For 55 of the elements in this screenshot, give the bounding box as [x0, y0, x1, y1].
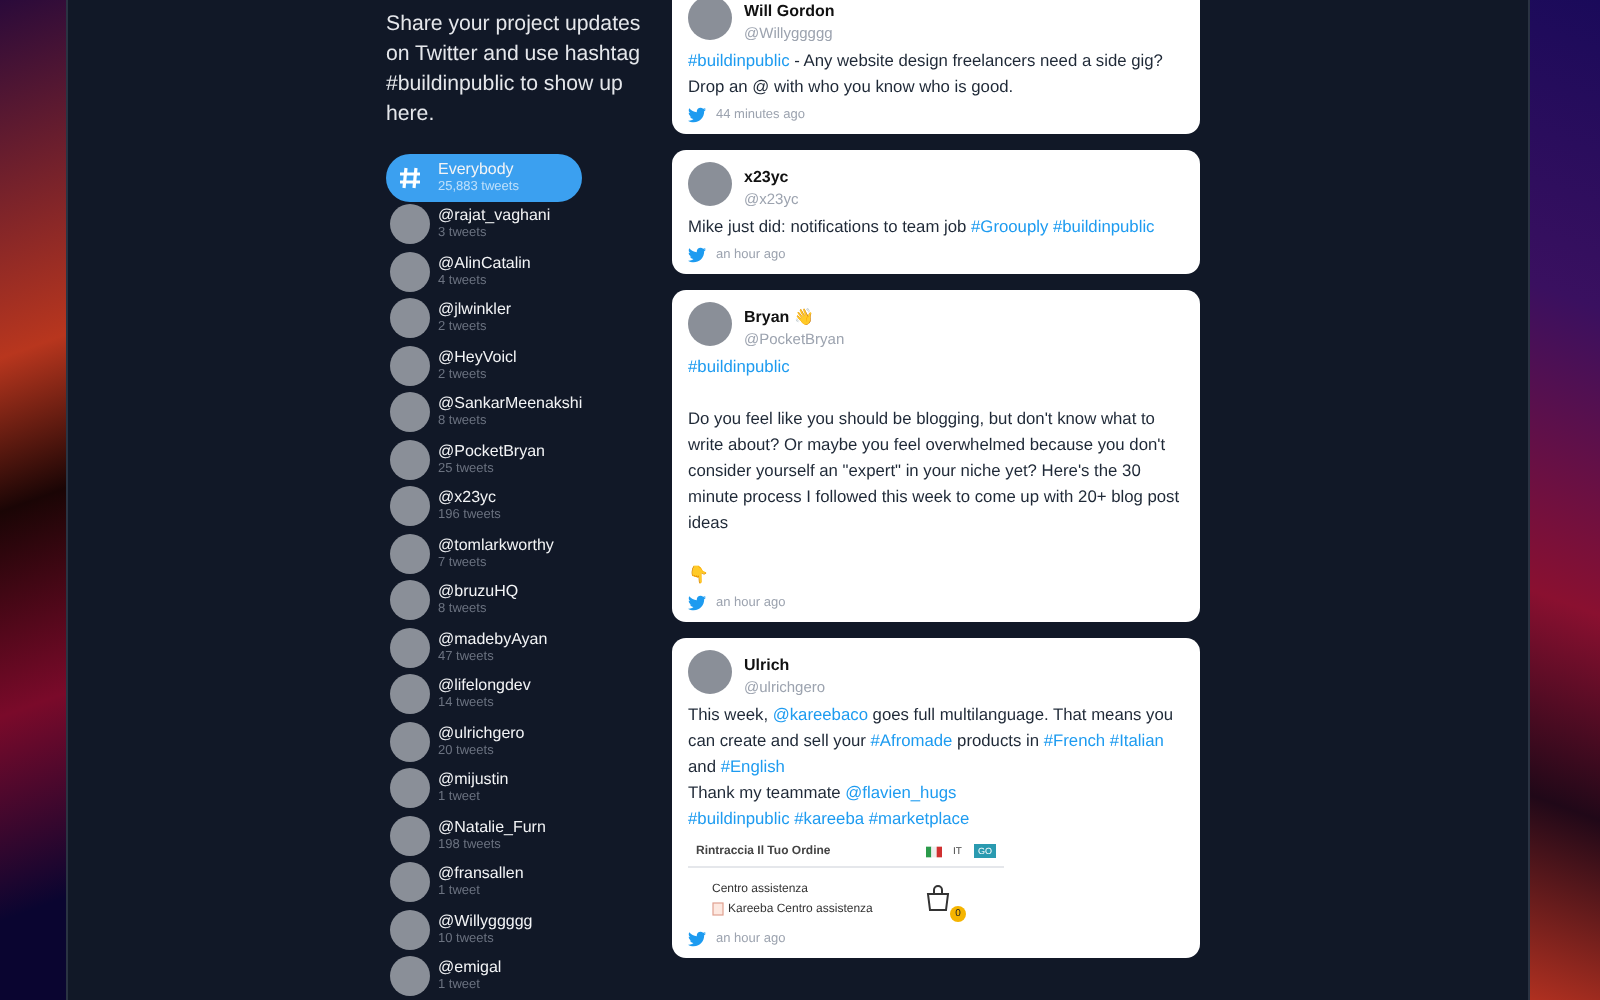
user-name: @emigal	[438, 958, 502, 977]
avatar	[390, 251, 430, 292]
avatar	[390, 392, 430, 433]
user-name: @bruzuHQ	[438, 582, 519, 601]
shopping-bag-icon	[924, 884, 952, 912]
tweet-text: Mike just did: notifications to team job #Groouply #buildinpublic	[688, 214, 1157, 240]
author-name: x23yc	[744, 168, 791, 186]
author-name: Will Gordon	[744, 2, 835, 20]
avatar	[390, 345, 430, 386]
avatar	[390, 580, 430, 621]
twitter-bird-icon	[688, 106, 706, 124]
tweet-text: #buildinpublic - Any website design freelancers need a side gig? Drop an @ with who you know who is good.	[688, 48, 1165, 100]
tweet-text: #buildinpublic Do you feel like you should be blogging, but don't know what to write about? Or maybe you feel overwhelmed because you don't consider yourself an "expert" in your niche yet? Here's the 30 minute process I followed this week to come up with 20+ blog post ideas 👇	[688, 354, 1182, 588]
avatar	[390, 815, 430, 856]
twitter-bird-icon	[688, 246, 706, 264]
avatar	[688, 0, 732, 40]
user-name: @x23yc	[438, 488, 499, 507]
twitter-bird-icon	[688, 930, 706, 948]
user-name: @rajat_vaghani	[438, 206, 551, 225]
avatar	[390, 627, 430, 668]
user-name: @Natalie_Furn	[438, 817, 546, 836]
user-name: @SankarMeenakshi	[438, 394, 583, 413]
avatar	[390, 768, 430, 809]
user-name: @ulrichgero	[438, 723, 525, 742]
user-name: @mijustin	[438, 770, 509, 789]
user-name: @tomlarkworthy	[438, 535, 554, 554]
flag-icon	[925, 845, 942, 857]
avatar	[390, 674, 430, 715]
user-name: @fransallen	[438, 864, 524, 883]
intro-text: Share your project updates on Twitter and use hashtag #buildinpublic to show up here.	[386, 10, 643, 130]
author-name: Bryan 👋	[744, 308, 816, 326]
avatar	[390, 956, 430, 997]
user-name: @jlwinkler	[438, 300, 512, 319]
avatar	[390, 721, 430, 762]
avatar	[688, 162, 732, 206]
avatar	[688, 302, 732, 346]
user-name: @madebyAyan	[438, 629, 548, 648]
image-icon	[712, 902, 724, 916]
twitter-bird-icon	[688, 594, 706, 612]
avatar	[390, 439, 430, 480]
avatar	[390, 204, 430, 245]
user-name: @lifelongdev	[438, 676, 531, 695]
user-name: @HeyVoicl	[438, 347, 517, 366]
author-name: Ulrich	[744, 656, 792, 674]
user-name: Everybody	[438, 159, 516, 178]
user-name: @Willyggggg	[438, 911, 533, 930]
avatar	[688, 650, 732, 694]
user-name: @PocketBryan	[438, 441, 545, 460]
tweet-text: This week, @kareebaco goes full multilanguage. That means you can create and sell your #Afromade products in #French #Italian and #English Thank my teammate @flavien_hugs #buildinpublic #kareeba #marketplace	[688, 702, 1176, 832]
avatar	[390, 298, 430, 339]
avatar	[390, 533, 430, 574]
avatar	[390, 909, 430, 950]
user-name: @AlinCatalin	[438, 253, 531, 272]
avatar	[390, 486, 430, 527]
avatar	[390, 862, 430, 903]
